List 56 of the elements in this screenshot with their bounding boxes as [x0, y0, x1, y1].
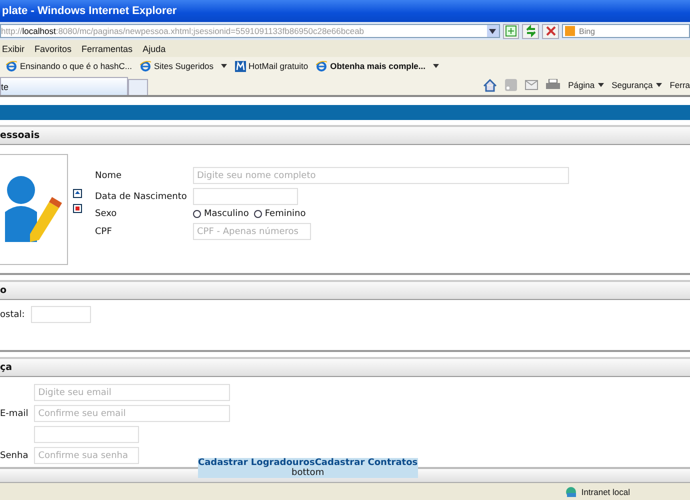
input-field[interactable] — [30, 306, 91, 323]
browser-icon — [6, 60, 17, 72]
menu-item[interactable]: Ajuda — [142, 44, 166, 54]
section-header: o — [0, 280, 690, 300]
favorite-link[interactable]: HotMail gratuito — [248, 61, 308, 71]
caret-icon[interactable] — [220, 64, 227, 68]
dropdown-icon[interactable] — [486, 25, 499, 37]
input-field[interactable]: Digite seu email — [34, 384, 230, 401]
input-field[interactable] — [34, 426, 140, 443]
nav-link[interactable]: Cadastrar Contratos — [314, 458, 418, 468]
input-field[interactable]: Digite seu nome completo — [193, 167, 569, 184]
browser-icon — [140, 60, 151, 72]
field-label: Nome — [95, 170, 123, 180]
favorite-link[interactable]: Ensinando o que é o hashC... — [20, 61, 132, 71]
nav-link[interactable]: Cadastrar Logradouros — [198, 458, 315, 468]
field-label: E-mail — [0, 408, 28, 418]
favorite-link[interactable]: Obtenha mais comple... — [330, 61, 426, 71]
field-label: CPF — [95, 226, 113, 236]
window-title: plate - Windows Internet Explorer — [2, 5, 177, 17]
caret-icon[interactable] — [656, 83, 662, 87]
zone-label: Intranet local — [581, 486, 630, 496]
input-field[interactable] — [193, 188, 298, 205]
menu-item[interactable]: Favoritos — [34, 44, 72, 54]
search-field[interactable]: Bing — [562, 24, 690, 38]
stop-icon[interactable] — [542, 24, 559, 38]
section-header: ça — [0, 357, 690, 377]
refresh-icon[interactable] — [522, 24, 540, 38]
command-menu[interactable]: Ferra — [670, 80, 690, 90]
browser-tab[interactable]: te — [0, 77, 128, 95]
caret-icon[interactable] — [598, 83, 604, 87]
command-menu[interactable]: Página — [568, 80, 595, 90]
radio-option[interactable]: Masculino — [193, 209, 249, 219]
section-header: essoais — [0, 125, 690, 145]
mail-icon[interactable] — [525, 80, 538, 90]
input-field[interactable]: CPF - Apenas números — [193, 223, 311, 240]
input-field[interactable]: Confirme sua senha — [34, 447, 140, 464]
field-label: Data de Nascimento — [95, 192, 187, 202]
mail-service-icon — [234, 60, 246, 72]
favorite-link[interactable]: Sites Sugeridos — [154, 61, 214, 71]
field-label: Senha — [0, 450, 28, 460]
menu-item[interactable]: Exibir — [2, 44, 25, 54]
menu-item[interactable]: Ferramentas — [82, 44, 133, 54]
address-field[interactable]: http://localhost:8080/mc/paginas/newpessoa.xhtml;jsessionid=5591091133fb86950c28e66bceab — [0, 24, 500, 38]
command-menu[interactable]: Segurança — [612, 80, 653, 90]
delete-icon[interactable] — [73, 204, 82, 213]
browser-icon — [316, 60, 328, 72]
radio-option[interactable]: Feminino — [254, 209, 306, 219]
field-label: ostal: — [0, 310, 25, 320]
upload-icon[interactable] — [73, 189, 82, 198]
home-icon[interactable] — [483, 78, 498, 92]
footer-text: bottom — [292, 468, 324, 478]
field-label: Sexo — [95, 209, 118, 219]
network-icon — [565, 486, 578, 498]
input-field[interactable]: Confirme seu email — [34, 405, 230, 422]
caret-icon[interactable] — [432, 64, 438, 68]
printer-icon[interactable] — [546, 79, 560, 91]
